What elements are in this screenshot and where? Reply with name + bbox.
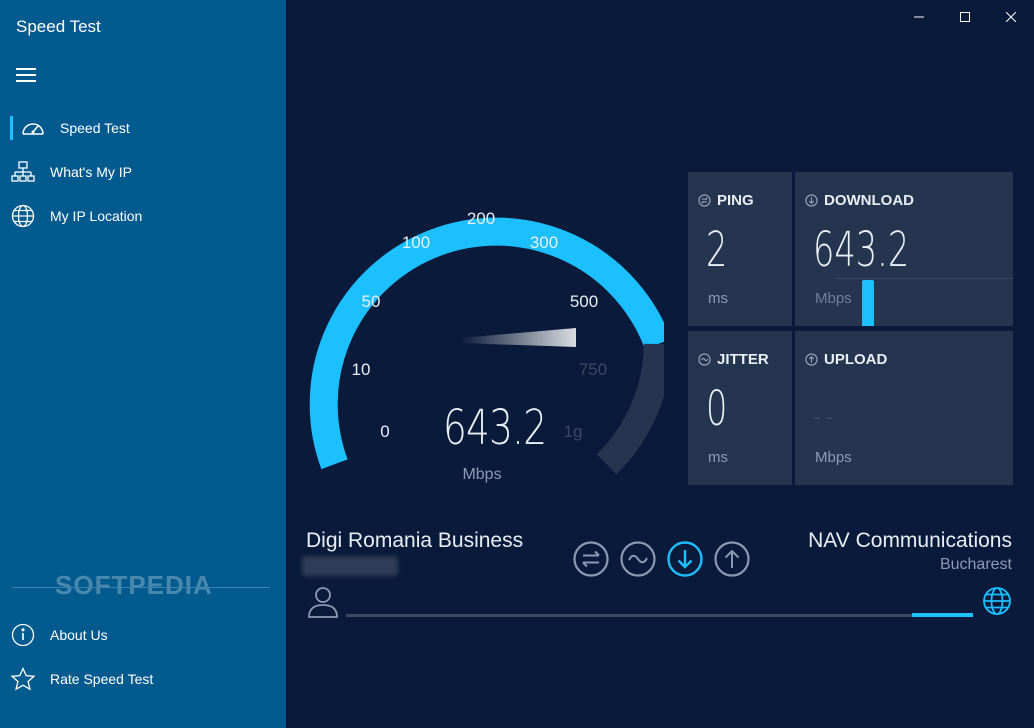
ping-label: PING — [717, 192, 754, 209]
network-icon — [10, 159, 36, 185]
jitter-icon — [698, 353, 711, 366]
sidebar-divider — [12, 587, 270, 588]
gauge-speed-value: 643.2 — [443, 400, 547, 456]
upload-phase-icon[interactable] — [713, 540, 751, 578]
gauge-remaining — [596, 343, 664, 475]
download-phase-icon[interactable] — [666, 540, 704, 578]
sidebar-item-label: What's My IP — [50, 164, 133, 180]
sidebar: Speed Test Speed Test What's My IP My IP… — [0, 0, 286, 728]
download-icon — [805, 194, 818, 207]
hamburger-menu-icon[interactable] — [16, 68, 36, 84]
ping-icon — [698, 194, 711, 207]
sidebar-item-label: My IP Location — [50, 208, 143, 224]
active-indicator — [10, 116, 13, 140]
info-icon — [10, 622, 36, 648]
sidebar-item-label: Rate Speed Test — [50, 671, 154, 687]
download-unit: Mbps — [815, 290, 852, 307]
download-graph-baseline — [835, 278, 1013, 279]
star-icon — [10, 666, 36, 692]
user-icon — [308, 587, 338, 618]
jitter-phase-icon[interactable] — [619, 540, 657, 578]
app-title: Speed Test — [16, 17, 101, 36]
ping-unit: ms — [708, 290, 728, 307]
gauge-tick: 1g — [564, 422, 583, 441]
watermark: SOFTPEDIA — [55, 570, 213, 600]
ping-card: PING 2 ms — [688, 172, 792, 326]
close-icon — [1006, 12, 1016, 22]
download-graph-bar — [862, 280, 874, 326]
jitter-card: JITTER 0 ms — [688, 331, 792, 485]
gauge-needle — [460, 328, 576, 347]
test-progress-fill — [912, 613, 973, 617]
gauge-tick: 10 — [352, 360, 371, 379]
close-button[interactable] — [988, 0, 1034, 34]
globe-icon — [10, 203, 36, 229]
gauge-tick: 100 — [402, 233, 430, 252]
gauge-tick: 750 — [579, 360, 607, 379]
gauge-tick: 500 — [570, 292, 598, 311]
main-panel: 0 10 50 100 200 300 500 750 1g 643.2 Mbp… — [286, 0, 1034, 728]
gauge-tick: 300 — [530, 233, 558, 252]
maximize-icon — [960, 12, 970, 22]
jitter-label: JITTER — [717, 351, 769, 368]
maximize-button[interactable] — [942, 0, 988, 34]
jitter-value: 0 — [706, 381, 728, 437]
sidebar-item-label: Speed Test — [60, 120, 130, 136]
sidebar-item-about-us[interactable]: About Us — [0, 615, 286, 655]
isp-name: Digi Romania Business — [306, 529, 524, 552]
upload-unit: Mbps — [815, 449, 852, 466]
minimize-button[interactable] — [896, 0, 942, 34]
download-card: DOWNLOAD 643.2 Mbps — [795, 172, 1013, 326]
sidebar-item-label: About Us — [50, 627, 108, 643]
gauge-tick: 0 — [380, 422, 389, 441]
sidebar-item-whats-my-ip[interactable]: What's My IP — [0, 152, 286, 192]
download-value: 643.2 — [813, 222, 910, 278]
gauge-tick: 200 — [467, 209, 495, 228]
sidebar-item-my-ip-location[interactable]: My IP Location — [0, 196, 286, 236]
ping-value: 2 — [706, 222, 728, 278]
gauge-speed-unit: Mbps — [462, 466, 502, 483]
minimize-icon — [914, 16, 924, 18]
sidebar-item-rate-speed-test[interactable]: Rate Speed Test — [0, 659, 286, 699]
test-progress-track — [346, 614, 973, 617]
speedometer-icon — [20, 115, 46, 141]
test-phase-icons — [572, 540, 751, 578]
window-controls — [896, 0, 1034, 34]
download-label: DOWNLOAD — [824, 192, 914, 209]
upload-icon — [805, 353, 818, 366]
ip-address-redacted — [302, 556, 398, 576]
upload-card: UPLOAD – – Mbps — [795, 331, 1013, 485]
upload-label: UPLOAD — [824, 351, 888, 368]
server-name: NAV Communications — [808, 529, 1012, 552]
server-location: Bucharest — [939, 556, 1012, 573]
ping-phase-icon[interactable] — [572, 540, 610, 578]
gauge-tick: 50 — [362, 292, 381, 311]
upload-value: – – — [813, 405, 834, 430]
sidebar-item-speed-test[interactable]: Speed Test — [0, 108, 286, 148]
server-globe-icon[interactable] — [982, 586, 1012, 616]
jitter-unit: ms — [708, 449, 728, 466]
